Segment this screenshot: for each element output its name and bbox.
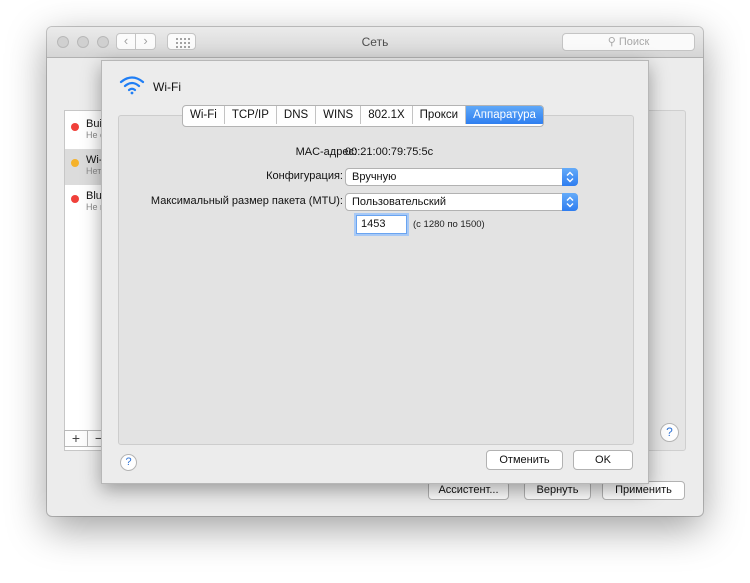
- status-dot-icon: [71, 195, 79, 203]
- popup-arrows-icon: [562, 193, 578, 211]
- advanced-settings-sheet: Wi-Fi MAC-адрес: 00:21:00:79:75:5c Конфи…: [101, 60, 649, 484]
- tab-wifi[interactable]: Wi-Fi: [183, 106, 225, 124]
- mtu-value: Пользовательский: [352, 196, 446, 208]
- tab-bar: Wi-Fi TCP/IP DNS WINS 802.1X Прокси Аппа…: [182, 105, 544, 127]
- sheet-title: Wi-Fi: [153, 80, 181, 94]
- mtu-input-field[interactable]: 1453: [356, 215, 407, 234]
- tab-8021x[interactable]: 802.1X: [361, 106, 413, 124]
- popup-arrows-icon: [562, 168, 578, 186]
- hardware-pane: MAC-адрес: 00:21:00:79:75:5c Конфигураци…: [118, 115, 634, 445]
- mtu-label: Максимальный размер пакета (MTU):: [150, 195, 343, 207]
- mtu-range-hint: (с 1280 по 1500): [413, 219, 485, 230]
- service-status: Нет: [86, 166, 102, 176]
- cancel-button[interactable]: Отменить: [486, 450, 563, 470]
- mac-address-value: 00:21:00:79:75:5c: [345, 146, 434, 158]
- tab-tcpip[interactable]: TCP/IP: [225, 106, 277, 124]
- wifi-icon: [119, 76, 145, 95]
- configure-popup[interactable]: Вручную: [345, 168, 578, 186]
- add-service-button[interactable]: +: [65, 430, 88, 446]
- search-icon: ⚲: [607, 36, 616, 48]
- tab-wins[interactable]: WINS: [316, 106, 362, 124]
- ok-button[interactable]: OK: [573, 450, 633, 470]
- search-placeholder: Поиск: [618, 36, 650, 48]
- help-button[interactable]: ?: [660, 423, 679, 442]
- configure-label: Конфигурация:: [266, 170, 343, 182]
- configure-value: Вручную: [352, 171, 397, 183]
- search-field[interactable]: ⚲ Поиск: [562, 33, 695, 51]
- title-bar: ‹ › Сеть ⚲ Поиск: [47, 27, 703, 58]
- service-name: Blu: [86, 190, 102, 202]
- tab-proxies[interactable]: Прокси: [413, 106, 467, 124]
- status-dot-icon: [71, 159, 79, 167]
- mtu-popup[interactable]: Пользовательский: [345, 193, 578, 211]
- sheet-help-button[interactable]: ?: [120, 454, 137, 471]
- tab-hardware[interactable]: Аппаратура: [466, 106, 543, 124]
- status-dot-icon: [71, 123, 79, 131]
- tab-dns[interactable]: DNS: [277, 106, 317, 124]
